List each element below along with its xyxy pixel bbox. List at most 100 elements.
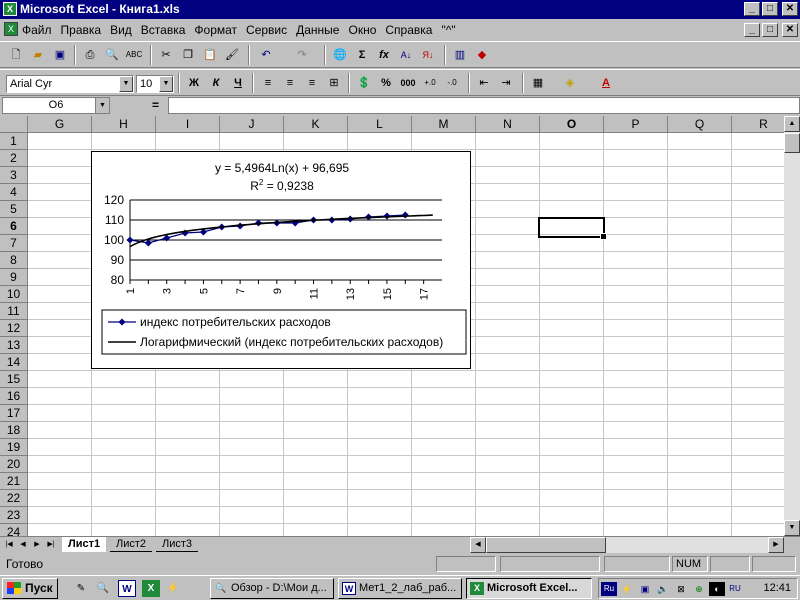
active-cell[interactable] — [538, 217, 607, 240]
horizontal-scroll-thumb[interactable] — [486, 537, 606, 553]
borders-icon[interactable]: ▦ — [528, 73, 548, 93]
quicklaunch-explorer-icon[interactable]: 🔍 — [94, 580, 112, 597]
first-sheet-button[interactable]: |◀ — [2, 538, 16, 552]
task-excel[interactable]: X Microsoft Excel... — [466, 578, 592, 599]
chevron-down-icon[interactable]: ▼ — [119, 76, 133, 92]
row-header-19[interactable]: 19 — [0, 439, 28, 456]
menu-tools[interactable]: Сервис — [246, 23, 287, 37]
column-header-j[interactable]: J — [220, 116, 284, 133]
tray-antivirus-icon[interactable]: ⊕ — [691, 582, 707, 596]
cut-icon[interactable]: ✂ — [156, 45, 176, 65]
name-box[interactable]: O6 ▼ — [2, 97, 110, 114]
column-header-g[interactable]: G — [28, 116, 92, 133]
copy-icon[interactable]: ❐ — [178, 45, 198, 65]
row-header-8[interactable]: 8 — [0, 252, 28, 269]
close-button[interactable]: ✕ — [782, 2, 798, 16]
fill-color-icon[interactable]: ◈ — [560, 73, 580, 93]
sheet-tab-2[interactable]: Лист2 — [110, 537, 153, 552]
tray-app-icon[interactable]: ◐ — [709, 582, 725, 596]
format-painter-icon[interactable]: 🖌 — [222, 45, 242, 65]
column-header-q[interactable]: Q — [668, 116, 732, 133]
align-center-icon[interactable]: ≡ — [280, 73, 300, 93]
row-header-12[interactable]: 12 — [0, 320, 28, 337]
maximize-button[interactable]: □ — [762, 2, 778, 16]
title-bar[interactable]: X Microsoft Excel - Книга1.xls _ □ ✕ — [0, 0, 800, 19]
decrease-decimal-icon[interactable]: -.0 — [442, 73, 462, 93]
row-header-13[interactable]: 13 — [0, 337, 28, 354]
row-header-22[interactable]: 22 — [0, 490, 28, 507]
menu-view[interactable]: Вид — [110, 23, 132, 37]
row-header-21[interactable]: 21 — [0, 473, 28, 490]
menu-format[interactable]: Формат — [194, 23, 237, 37]
function-icon[interactable]: fx — [374, 45, 394, 65]
edit-formula-button[interactable]: = — [152, 98, 159, 112]
minimize-button[interactable]: _ — [744, 2, 760, 16]
percent-button[interactable]: % — [376, 73, 396, 93]
menu-extra[interactable]: "^" — [441, 23, 455, 37]
thousands-button[interactable]: 000 — [398, 73, 418, 93]
chart[interactable]: y = 5,4964Ln(x) + 96,695 R2 = 0,9238 80 90 1… — [91, 151, 471, 369]
prev-sheet-button[interactable]: ◀ — [16, 538, 30, 552]
worksheet[interactable]: GHIJKLMNOPQR 1 2 3 4 5 6 7 8 9 10 11 12 13 14 15 16 17 18… — [0, 116, 784, 536]
row-header-7[interactable]: 7 — [0, 235, 28, 252]
column-header-m[interactable]: M — [412, 116, 476, 133]
new-file-icon[interactable]: 🗋 — [6, 45, 26, 65]
tray-volume-icon[interactable]: 🔈 — [655, 582, 671, 596]
autosum-icon[interactable]: Σ — [352, 45, 372, 65]
scroll-left-button[interactable]: ◀ — [470, 537, 486, 553]
font-color-icon[interactable]: A — [596, 73, 616, 93]
vertical-scrollbar[interactable]: ▲ ▼ — [784, 116, 800, 536]
row-header-23[interactable]: 23 — [0, 507, 28, 524]
scroll-right-button[interactable]: ▶ — [768, 537, 784, 553]
row-header-15[interactable]: 15 — [0, 371, 28, 388]
scroll-up-button[interactable]: ▲ — [784, 116, 800, 132]
underline-button[interactable]: Ч — [228, 73, 248, 93]
row-header-11[interactable]: 11 — [0, 303, 28, 320]
paste-icon[interactable]: 📋 — [200, 45, 220, 65]
menu-insert[interactable]: Вставка — [141, 23, 186, 37]
task-word[interactable]: W Мет1_2_лаб_раб... — [338, 578, 462, 599]
start-button[interactable]: Пуск — [2, 578, 58, 599]
row-header-20[interactable]: 20 — [0, 456, 28, 473]
doc-close-button[interactable]: ✕ — [782, 23, 798, 37]
menu-file[interactable]: Файл — [22, 23, 52, 37]
font-name-select[interactable]: Arial Cyr ▼ — [6, 75, 134, 93]
row-header-18[interactable]: 18 — [0, 422, 28, 439]
save-icon[interactable]: ▣ — [50, 45, 70, 65]
web-toolbar-icon[interactable]: 🌐 — [330, 45, 350, 65]
menu-help[interactable]: Справка — [385, 23, 432, 37]
redo-icon[interactable]: ↷ — [292, 45, 312, 65]
row-header-17[interactable]: 17 — [0, 405, 28, 422]
italic-button[interactable]: К — [206, 73, 226, 93]
vertical-scroll-thumb[interactable] — [784, 133, 800, 153]
bold-button[interactable]: Ж — [184, 73, 204, 93]
undo-icon[interactable]: ↶ — [256, 45, 276, 65]
chevron-down-icon[interactable]: ▼ — [95, 98, 109, 113]
chevron-down-icon[interactable]: ▼ — [159, 76, 173, 92]
formula-input[interactable] — [168, 97, 800, 114]
row-header-2[interactable]: 2 — [0, 150, 28, 167]
decrease-indent-icon[interactable]: ⇤ — [474, 73, 494, 93]
quicklaunch-word-icon[interactable]: W — [118, 580, 136, 597]
quicklaunch-excel-icon[interactable]: X — [142, 580, 160, 597]
currency-icon[interactable]: 💲 — [354, 73, 374, 93]
column-header-p[interactable]: P — [604, 116, 668, 133]
column-header-h[interactable]: H — [92, 116, 156, 133]
sheet-tab-1[interactable]: Лист1 — [62, 537, 107, 552]
chart-wizard-icon[interactable]: ▥ — [450, 45, 470, 65]
increase-decimal-icon[interactable]: +.0 — [420, 73, 440, 93]
print-icon[interactable]: ⎙ — [80, 45, 100, 65]
doc-restore-button[interactable]: □ — [762, 23, 778, 37]
sort-descending-icon[interactable]: Я↓ — [418, 45, 438, 65]
tray-monitor-icon[interactable]: ▣ — [637, 582, 653, 596]
drawing-icon[interactable]: ◆ — [472, 45, 492, 65]
row-header-24[interactable]: 24 — [0, 524, 28, 536]
spelling-icon[interactable]: ABC — [124, 45, 144, 65]
row-header-16[interactable]: 16 — [0, 388, 28, 405]
menu-window[interactable]: Окно — [348, 23, 376, 37]
increase-indent-icon[interactable]: ⇥ — [496, 73, 516, 93]
column-header-i[interactable]: I — [156, 116, 220, 133]
row-header-3[interactable]: 3 — [0, 167, 28, 184]
align-left-icon[interactable]: ≡ — [258, 73, 278, 93]
column-header-k[interactable]: K — [284, 116, 348, 133]
